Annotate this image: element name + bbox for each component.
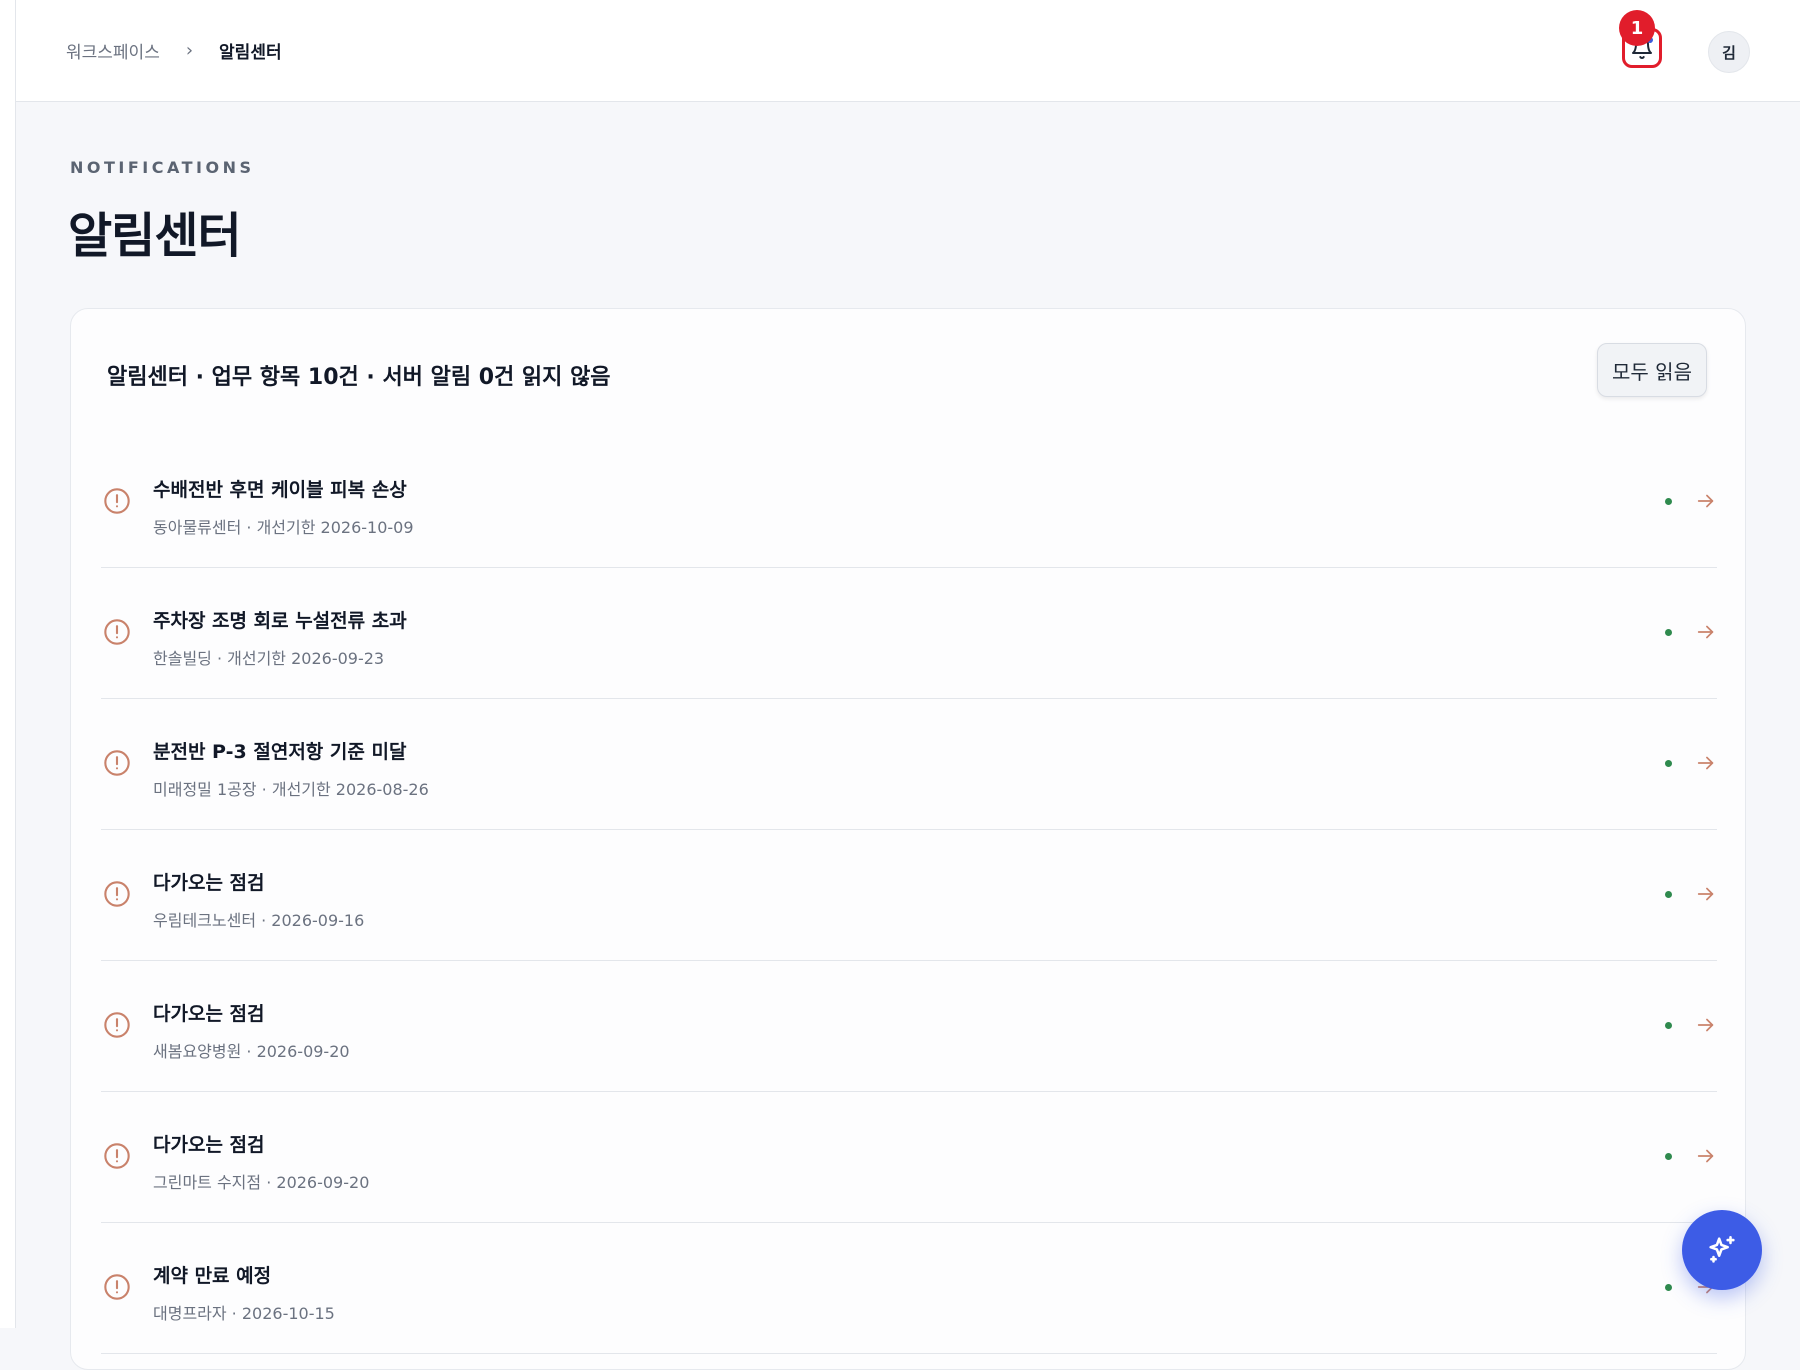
sparkles-icon: [1709, 1235, 1735, 1263]
notification-item[interactable]: 분전반 P-3 절연저항 기준 미달미래정밀 1공장 · 개선기한 2026-0…: [101, 699, 1717, 830]
notification-title: 다가오는 점검: [153, 872, 265, 894]
notification-item[interactable]: 주차장 조명 회로 누설전류 초과한솔빌딩 · 개선기한 2026-09-23: [101, 568, 1717, 699]
alert-circle-icon: [104, 881, 130, 907]
status-dot: [1665, 498, 1672, 505]
status-dot: [1665, 891, 1672, 898]
alert-circle-icon: [104, 1143, 130, 1169]
status-dot: [1665, 1022, 1672, 1029]
arrow-right-icon[interactable]: [1695, 1014, 1717, 1036]
notification-list: 수배전반 후면 케이블 피복 손상동아물류센터 · 개선기한 2026-10-0…: [101, 437, 1717, 1354]
notifications-summary: 알림센터 · 업무 항목 10건 · 서버 알림 0건 읽지 않음: [107, 365, 611, 390]
arrow-right-icon[interactable]: [1695, 752, 1717, 774]
notification-meta: 우림테크노센터 · 2026-09-16: [153, 911, 365, 930]
notification-title: 다가오는 점검: [153, 1134, 265, 1156]
breadcrumb-current: 알림센터: [219, 43, 282, 63]
status-dot: [1665, 1284, 1672, 1291]
alert-circle-icon: [104, 1274, 130, 1300]
notification-title: 주차장 조명 회로 누설전류 초과: [153, 610, 407, 632]
alert-circle-icon: [104, 619, 130, 645]
alert-circle-icon: [104, 1012, 130, 1038]
arrow-right-icon[interactable]: [1695, 621, 1717, 643]
notification-meta: 그린마트 수지점 · 2026-09-20: [153, 1173, 370, 1192]
notification-title: 분전반 P-3 절연저항 기준 미달: [153, 741, 407, 763]
notification-item[interactable]: 다가오는 점검우림테크노센터 · 2026-09-16: [101, 830, 1717, 961]
status-dot: [1665, 629, 1672, 636]
notification-meta: 대명프라자 · 2026-10-15: [153, 1304, 335, 1323]
alert-circle-icon: [104, 750, 130, 776]
notification-title: 수배전반 후면 케이블 피복 손상: [153, 479, 407, 501]
arrow-right-icon[interactable]: [1695, 490, 1717, 512]
notification-meta: 동아물류센터 · 개선기한 2026-10-09: [153, 518, 414, 537]
notification-title: 계약 만료 예정: [153, 1265, 272, 1287]
breadcrumb-separator: ›: [185, 40, 194, 61]
left-rail: [0, 0, 16, 1328]
alert-circle-icon: [104, 488, 130, 514]
notification-item[interactable]: 계약 만료 예정대명프라자 · 2026-10-15: [101, 1223, 1717, 1354]
notification-item[interactable]: 다가오는 점검그린마트 수지점 · 2026-09-20: [101, 1092, 1717, 1223]
top-bar: 워크스페이스 › 알림센터: [16, 0, 1800, 102]
user-avatar[interactable]: 김: [1708, 31, 1750, 73]
notification-meta: 미래정밀 1공장 · 개선기한 2026-08-26: [153, 780, 429, 799]
arrow-right-icon[interactable]: [1695, 1145, 1717, 1167]
notification-meta: 한솔빌딩 · 개선기한 2026-09-23: [153, 649, 385, 668]
notification-meta: 새봄요양병원 · 2026-09-20: [153, 1042, 350, 1061]
page-title: 알림센터: [68, 208, 242, 264]
breadcrumb: 워크스페이스 › 알림센터: [66, 38, 282, 63]
page-eyebrow: NOTIFICATIONS: [70, 158, 255, 177]
breadcrumb-workspace-link[interactable]: 워크스페이스: [66, 38, 160, 63]
notification-title: 다가오는 점검: [153, 1003, 265, 1025]
notification-count-badge: 1: [1619, 10, 1655, 46]
notification-item[interactable]: 수배전반 후면 케이블 피복 손상동아물류센터 · 개선기한 2026-10-0…: [101, 437, 1717, 568]
mark-all-read-button[interactable]: 모두 읽음: [1597, 343, 1707, 397]
arrow-right-icon[interactable]: [1695, 883, 1717, 905]
notification-item[interactable]: 다가오는 점검새봄요양병원 · 2026-09-20: [101, 961, 1717, 1092]
notifications-card: 알림센터 · 업무 항목 10건 · 서버 알림 0건 읽지 않음 모두 읽음 …: [70, 308, 1746, 1370]
ai-assistant-button[interactable]: [1682, 1210, 1762, 1290]
status-dot: [1665, 760, 1672, 767]
status-dot: [1665, 1153, 1672, 1160]
